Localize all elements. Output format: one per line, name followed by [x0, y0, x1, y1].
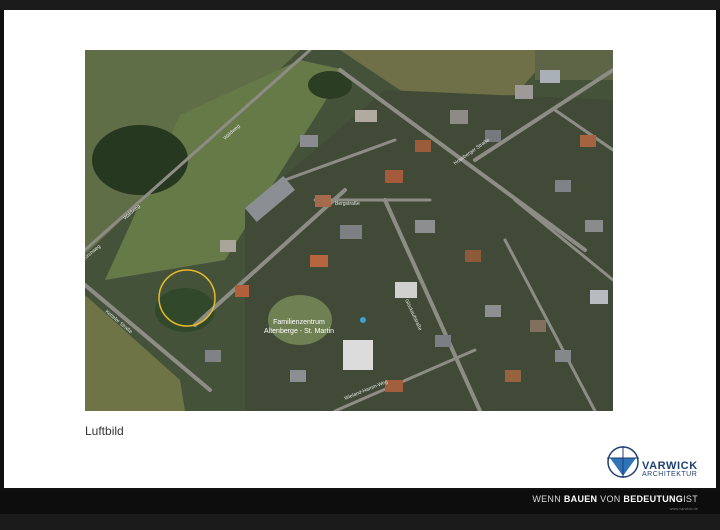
tagline-word-5: IST — [683, 494, 698, 504]
aerial-photo-canvas: Familienzentrum Altenberge - St. Martin … — [85, 50, 613, 411]
poi-marker-icon — [360, 317, 366, 323]
footer-tagline: WENN BAUEN VON BEDEUTUNGIST — [532, 494, 698, 504]
logo-mark-icon — [607, 446, 639, 478]
tagline-word-3: VON — [600, 494, 621, 504]
tree-cluster-1 — [92, 125, 188, 195]
tagline-word-4: BEDEUTUNG — [623, 494, 684, 504]
footer-url: www.varwick.de — [669, 506, 698, 511]
logo-subtitle: ARCHITEKTUR — [642, 471, 698, 478]
footer-bar: WENN BAUEN VON BEDEUTUNGIST www.varwick.… — [0, 490, 720, 514]
poi-label-line2: Altenberge - St. Martin — [264, 328, 334, 335]
top-bar — [0, 0, 720, 10]
aerial-photo: Familienzentrum Altenberge - St. Martin … — [85, 50, 613, 411]
bottom-bar — [0, 514, 720, 530]
company-logo: VARWICK ARCHITEKTUR — [606, 444, 702, 480]
poi-label-line1: Familienzentrum — [273, 319, 325, 326]
slide-caption: Luftbild — [85, 424, 124, 438]
tagline-word-2: BAUEN — [563, 494, 598, 504]
street-label-5: Bergstraße — [335, 201, 360, 207]
tagline-word-1: WENN — [532, 494, 562, 504]
